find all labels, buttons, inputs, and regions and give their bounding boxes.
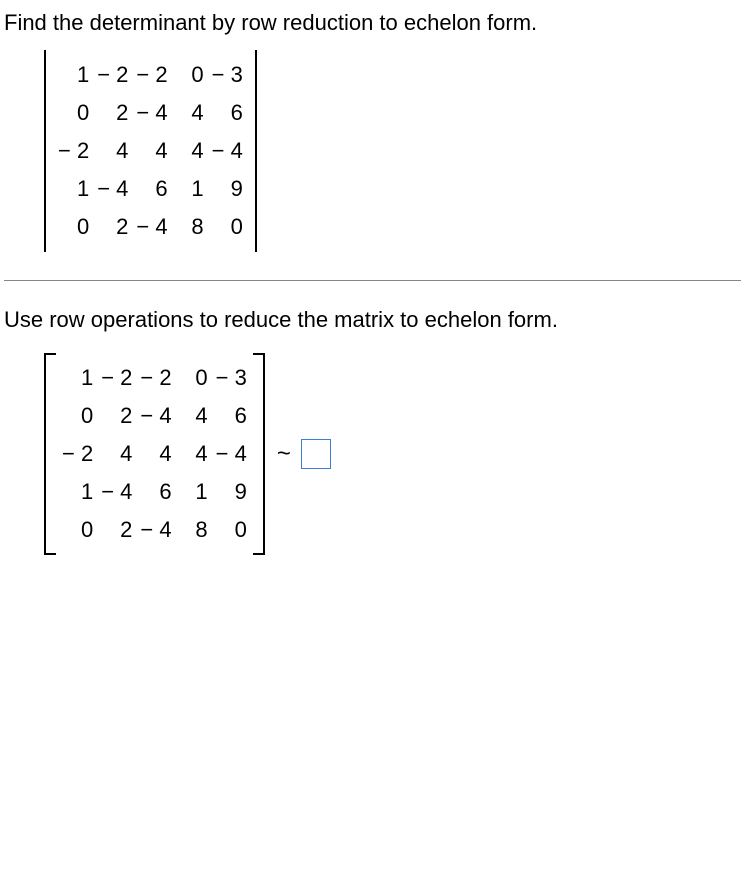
matrix-cell: − 2 [136, 359, 175, 397]
matrix-cell: 8 [172, 208, 208, 246]
matrix-bracket: 1 − 2 − 2 0 − 3 0 2 − 4 4 6 − 2 4 4 [44, 353, 265, 555]
matrix-cell: 2 [97, 511, 136, 549]
matrix-cell: 4 [132, 132, 171, 170]
table-row: − 2 4 4 4 − 4 [58, 435, 251, 473]
matrix-cell: − 2 [132, 56, 171, 94]
matrix-cell: 2 [93, 208, 132, 246]
matrix-cell: 0 [58, 511, 97, 549]
matrix-cell: − 4 [208, 132, 247, 170]
matrix-determinant: 1 − 2 − 2 0 − 3 0 2 − 4 4 6 − 2 4 4 [44, 50, 257, 252]
matrix-cell: 4 [97, 435, 136, 473]
bracket-right [253, 353, 265, 555]
matrix-cell: 0 [58, 397, 97, 435]
matrix-cell: 1 [54, 170, 93, 208]
matrix-cell: 6 [132, 170, 171, 208]
echelon-row: 1 − 2 − 2 0 − 3 0 2 − 4 4 6 − 2 4 4 [44, 353, 741, 555]
table-row: 1 − 4 6 1 9 [54, 170, 247, 208]
question-text: Find the determinant by row reduction to… [4, 10, 741, 36]
matrix-cell: 6 [208, 94, 247, 132]
matrix-cell: 4 [176, 435, 212, 473]
section-divider [4, 280, 741, 281]
matrix-table: 1 − 2 − 2 0 − 3 0 2 − 4 4 6 − 2 4 4 [58, 359, 251, 549]
page-content: Find the determinant by row reduction to… [0, 0, 745, 585]
matrix-cell: 2 [93, 94, 132, 132]
table-row: 1 − 2 − 2 0 − 3 [54, 56, 247, 94]
matrix-cell: 9 [212, 473, 251, 511]
matrix-cell: − 3 [208, 56, 247, 94]
matrix-cell: − 4 [132, 208, 171, 246]
matrix-cell: − 4 [97, 473, 136, 511]
matrix-cell: 6 [136, 473, 175, 511]
table-row: 1 − 2 − 2 0 − 3 [58, 359, 251, 397]
matrix-cell: 0 [54, 94, 93, 132]
matrix-cell: 4 [136, 435, 175, 473]
matrix-cell: 4 [176, 397, 212, 435]
matrix-cell: − 2 [54, 132, 93, 170]
det-bar-left [44, 50, 46, 252]
matrix-cell: 4 [93, 132, 132, 170]
table-row: 0 2 − 4 4 6 [58, 397, 251, 435]
matrix-cell: 9 [208, 170, 247, 208]
matrix-cell: 0 [208, 208, 247, 246]
matrix-cell: − 4 [136, 397, 175, 435]
matrix-cell: 4 [172, 94, 208, 132]
answer-input[interactable] [301, 439, 331, 469]
matrix-cell: 1 [58, 473, 97, 511]
matrix-cell: − 4 [136, 511, 175, 549]
matrix-cell: − 4 [132, 94, 171, 132]
matrix-cell: 1 [58, 359, 97, 397]
matrix-cell: − 3 [212, 359, 251, 397]
matrix-table: 1 − 2 − 2 0 − 3 0 2 − 4 4 6 − 2 4 4 [54, 56, 247, 246]
matrix-cell: 0 [176, 359, 212, 397]
matrix-cell: 1 [54, 56, 93, 94]
matrix-cell: 2 [97, 397, 136, 435]
determinant-matrix: 1 − 2 − 2 0 − 3 0 2 − 4 4 6 − 2 4 4 [44, 50, 741, 252]
table-row: 0 2 − 4 8 0 [58, 511, 251, 549]
table-row: 1 − 4 6 1 9 [58, 473, 251, 511]
bracket-left [44, 353, 56, 555]
matrix-cell: 0 [212, 511, 251, 549]
matrix-cell: 8 [176, 511, 212, 549]
matrix-cell: − 4 [93, 170, 132, 208]
table-row: 0 2 − 4 4 6 [54, 94, 247, 132]
matrix-cell: 1 [172, 170, 208, 208]
matrix-cell: 4 [172, 132, 208, 170]
table-row: 0 2 − 4 8 0 [54, 208, 247, 246]
table-row: − 2 4 4 4 − 4 [54, 132, 247, 170]
matrix-cell: 0 [172, 56, 208, 94]
matrix-cell: 0 [54, 208, 93, 246]
det-bar-right [255, 50, 257, 252]
matrix-cell: − 4 [212, 435, 251, 473]
matrix-cell: 1 [176, 473, 212, 511]
matrix-cell: 6 [212, 397, 251, 435]
instruction-text: Use row operations to reduce the matrix … [4, 307, 741, 333]
matrix-cell: − 2 [58, 435, 97, 473]
tilde-symbol: ~ [277, 440, 291, 468]
matrix-cell: − 2 [93, 56, 132, 94]
matrix-cell: − 2 [97, 359, 136, 397]
